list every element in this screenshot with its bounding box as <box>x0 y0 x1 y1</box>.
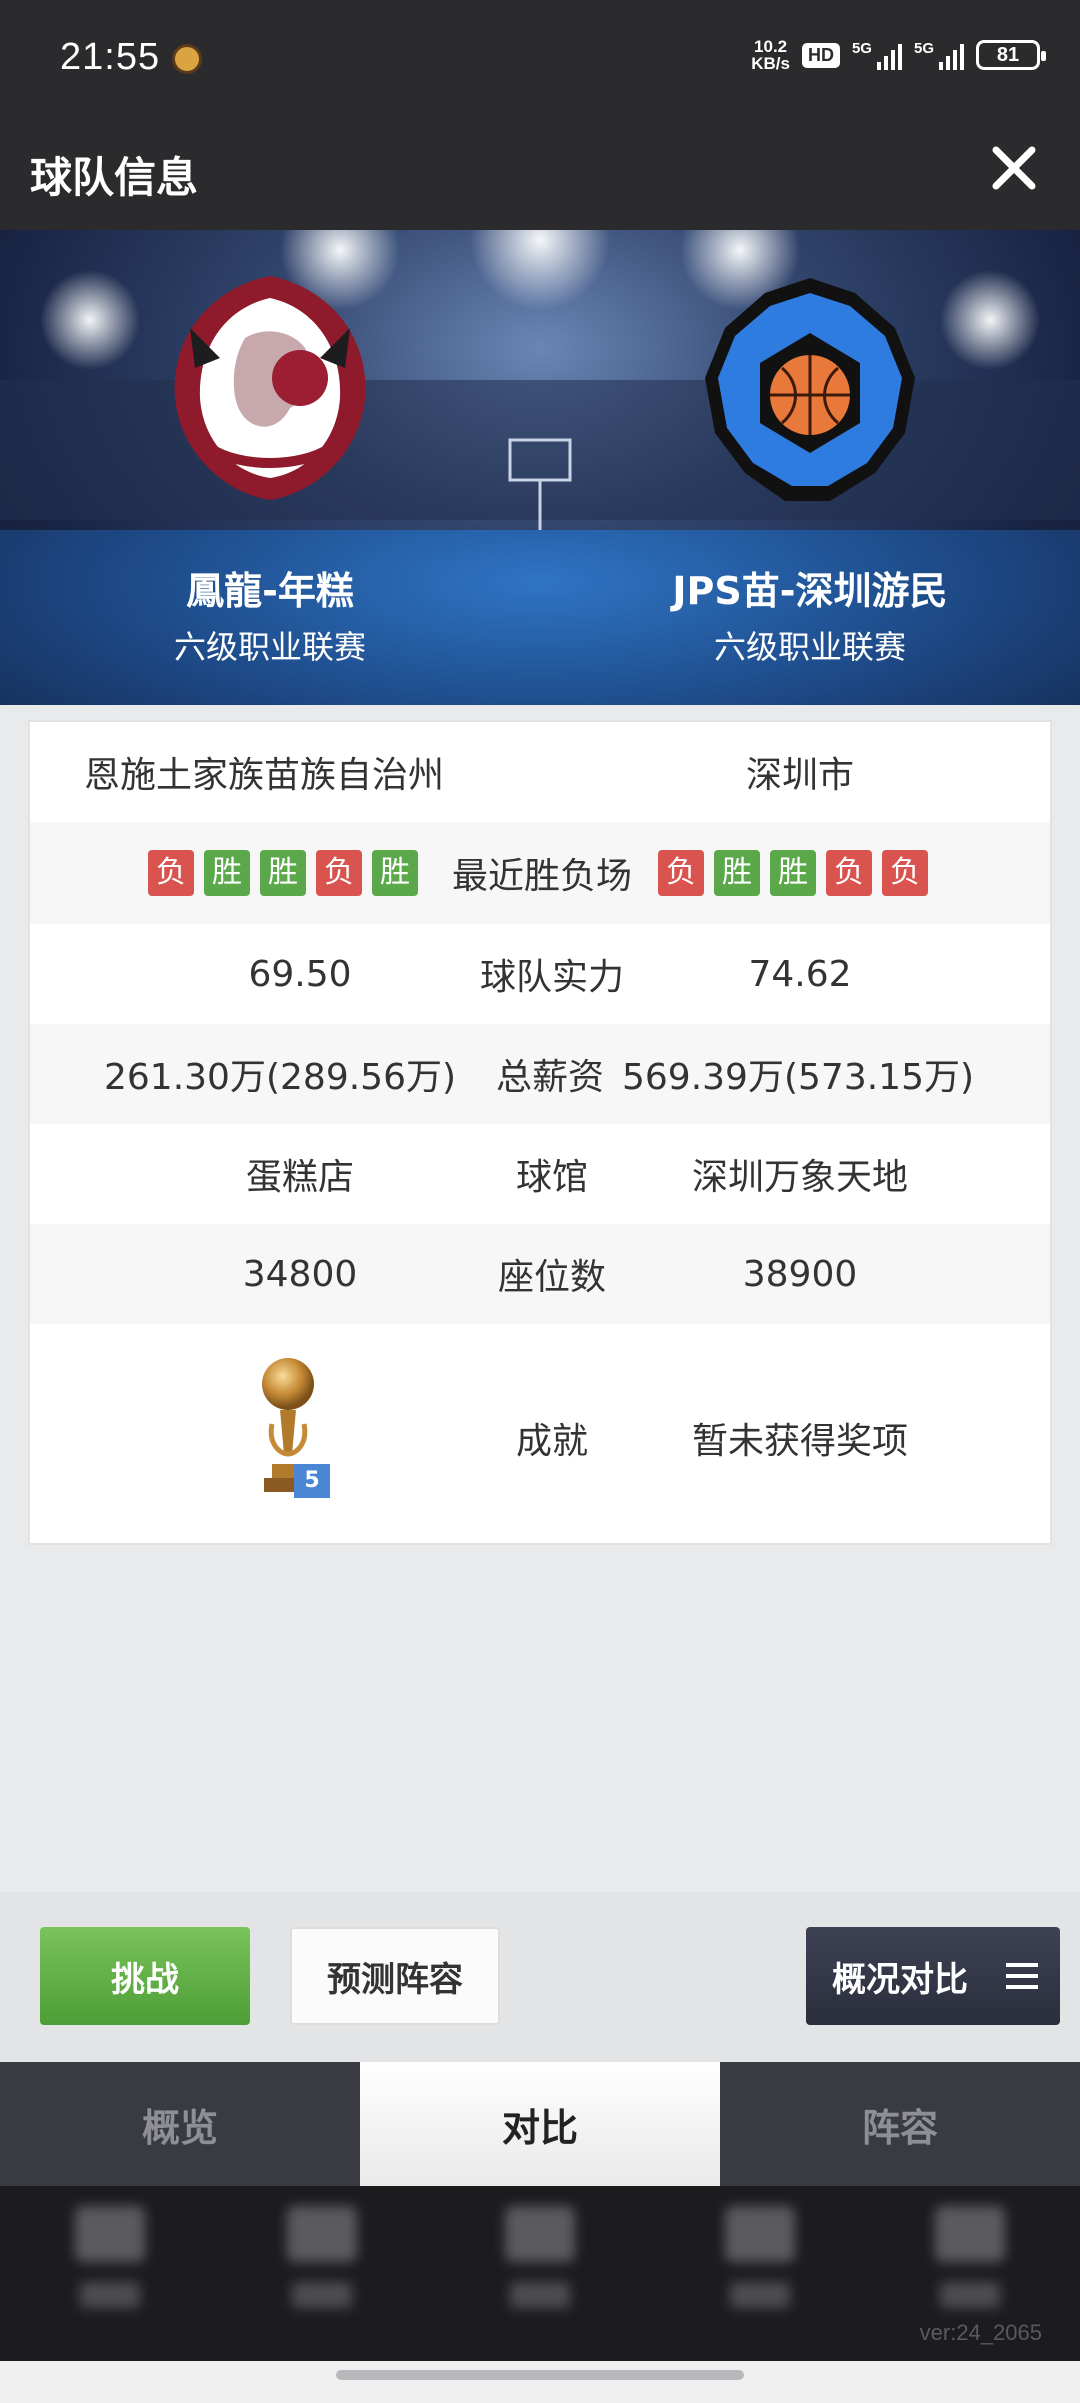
row-salary: 261.30万(289.56万) 总薪资 569.39万(573.15万) <box>30 1024 1050 1124</box>
tab-bar: 概览 对比 阵容 <box>0 2062 1080 2186</box>
challenge-button[interactable]: 挑战 <box>40 1927 250 2025</box>
battery-icon: 81 <box>976 40 1046 70</box>
away-result-badge: 胜 <box>714 850 760 896</box>
strength-label: 球队实力 <box>479 957 624 998</box>
tab-overview[interactable]: 概览 <box>0 2062 360 2186</box>
predict-lineup-button[interactable]: 预测阵容 <box>290 1927 500 2025</box>
bottom-nav <box>0 2186 1080 2361</box>
nav-item-2[interactable] <box>262 2206 382 2336</box>
away-team-name: JPS苗-深圳游民 <box>672 569 948 613</box>
menu-icon <box>1006 1963 1038 1989</box>
home-indicator[interactable] <box>336 2370 744 2380</box>
home-result-badge: 胜 <box>260 850 306 896</box>
row-seats: 34800 座位数 38900 <box>30 1224 1050 1324</box>
away-location: 深圳市 <box>745 755 854 796</box>
compare-card: 恩施土家族苗族自治州 深圳市 负胜胜负胜 最近胜负场 负胜胜负负 69.50 球… <box>28 720 1052 1545</box>
away-arena: 深圳万象天地 <box>691 1157 908 1198</box>
home-seats: 34800 <box>242 1253 358 1295</box>
nav-item-1[interactable] <box>50 2206 170 2336</box>
home-result-badge: 负 <box>316 850 362 896</box>
away-seats: 38900 <box>742 1253 858 1295</box>
away-result-badge: 负 <box>826 850 872 896</box>
away-result-badge: 胜 <box>770 850 816 896</box>
title-bar: 球队信息 <box>0 106 1080 230</box>
hd-icon: HD <box>801 42 840 68</box>
nav-item-4[interactable] <box>700 2206 820 2336</box>
version-label: ver:24_2065 <box>919 2320 1042 2345</box>
away-strength: 74.62 <box>748 953 852 995</box>
home-result-badge: 胜 <box>372 850 418 896</box>
home-strength: 69.50 <box>248 953 352 995</box>
row-achievement: 5 成就 暂未获得奖项 <box>30 1324 1050 1544</box>
action-bar: 挑战 预测阵容 概况对比 <box>0 1892 1080 2062</box>
away-result-badge: 负 <box>882 850 928 896</box>
away-team-league: 六级职业联赛 <box>713 628 906 666</box>
seats-label: 座位数 <box>497 1257 606 1298</box>
nav-item-5[interactable] <box>910 2206 1030 2336</box>
notification-avatar-icon <box>172 44 202 74</box>
row-strength: 69.50 球队实力 74.62 <box>30 924 1050 1024</box>
away-recent-badges: 负胜胜负负 <box>658 850 938 896</box>
row-location: 恩施土家族苗族自治州 深圳市 <box>30 722 1050 822</box>
home-recent-badges: 负胜胜负胜 <box>148 850 428 896</box>
network-speed: 10.2 KB/s <box>751 37 790 73</box>
tab-compare[interactable]: 对比 <box>360 2062 720 2186</box>
signal-strength-icon: 5G <box>852 40 902 70</box>
status-time: 21:55 <box>60 36 161 78</box>
home-team-name: 鳳龍-年糕 <box>186 569 354 613</box>
close-icon[interactable] <box>984 138 1044 198</box>
home-salary: 261.30万(289.56万) <box>104 1057 457 1098</box>
overview-compare-label: 概况对比 <box>832 1959 968 2000</box>
status-bar: 21:55 10.2 KB/s HD 5G 5G 81 <box>0 0 1080 106</box>
trophy-count-badge: 5 <box>294 1464 330 1498</box>
page-title: 球队信息 <box>30 153 199 202</box>
arena-label: 球馆 <box>515 1157 588 1198</box>
salary-label: 总薪资 <box>495 1057 604 1098</box>
row-arena: 蛋糕店 球馆 深圳万象天地 <box>30 1124 1050 1224</box>
recent-label: 最近胜负场 <box>451 856 632 897</box>
home-result-badge: 负 <box>148 850 194 896</box>
home-result-badge: 胜 <box>204 850 250 896</box>
home-arena: 蛋糕店 <box>245 1157 354 1198</box>
home-team-league: 六级职业联赛 <box>173 628 366 666</box>
team-banner: 鳳龍-年糕 六级职业联赛 JPS苗-深圳游民 六级职业联赛 <box>0 230 1080 705</box>
trophy-icon[interactable]: 5 <box>250 1354 330 1504</box>
home-location: 恩施土家族苗族自治州 <box>84 755 445 796</box>
row-recent-record: 负胜胜负胜 最近胜负场 负胜胜负负 <box>30 822 1050 924</box>
away-achievement: 暂未获得奖项 <box>691 1421 908 1462</box>
signal-strength-icon-2: 5G <box>914 40 964 70</box>
away-salary: 569.39万(573.15万) <box>622 1057 975 1098</box>
achievement-label: 成就 <box>515 1421 588 1462</box>
nav-item-3[interactable] <box>480 2206 600 2336</box>
away-result-badge: 负 <box>658 850 704 896</box>
tab-lineup[interactable]: 阵容 <box>720 2062 1080 2186</box>
home-team-logo <box>174 276 366 500</box>
overview-compare-button[interactable]: 概况对比 <box>806 1927 1060 2025</box>
gesture-area <box>0 2361 1080 2403</box>
away-team-logo <box>705 278 915 501</box>
status-indicators: 10.2 KB/s HD 5G 5G 81 <box>751 37 1046 73</box>
